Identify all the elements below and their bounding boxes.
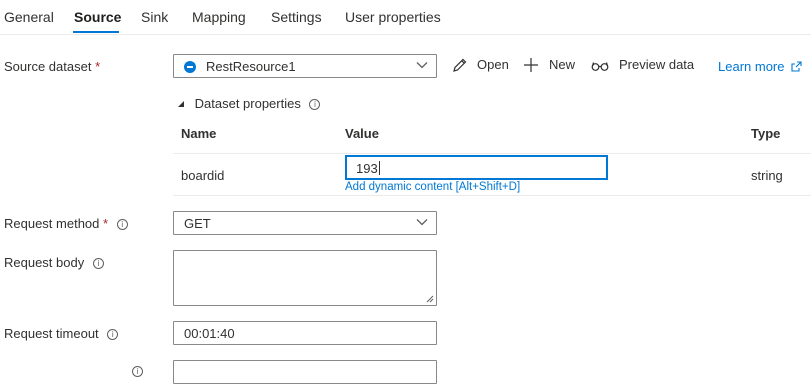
- required-mark: *: [95, 59, 101, 74]
- property-value-input[interactable]: 193: [345, 155, 608, 180]
- resize-grip-icon[interactable]: [426, 295, 434, 303]
- request-method-value: GET: [184, 216, 211, 231]
- source-dataset-label-text: Source dataset: [4, 59, 92, 74]
- new-label: New: [549, 57, 576, 72]
- text-caret: [378, 161, 380, 175]
- chevron-down-icon: [416, 219, 428, 226]
- column-header-type: Type: [751, 126, 781, 141]
- table-divider-bottom: [173, 195, 811, 196]
- tab-source[interactable]: Source: [74, 9, 121, 25]
- open-button[interactable]: Open: [452, 57, 509, 72]
- tab-user-properties[interactable]: User properties: [345, 9, 441, 25]
- tab-settings[interactable]: Settings: [271, 9, 322, 25]
- collapse-triangle-icon: [178, 101, 184, 107]
- info-icon: i: [107, 329, 119, 340]
- preview-data-button[interactable]: Preview data: [591, 57, 694, 72]
- chevron-down-icon: [416, 62, 428, 69]
- property-value-text: 193: [356, 161, 380, 176]
- request-body-label: Request body i: [4, 255, 104, 270]
- tab-sink[interactable]: Sink: [141, 9, 168, 25]
- request-timeout-label-text: Request timeout: [4, 326, 99, 341]
- edit-pencil-icon: [453, 58, 467, 72]
- dataset-properties-title: Dataset properties: [194, 96, 301, 111]
- table-divider: [173, 153, 811, 154]
- property-value: 193: [356, 161, 378, 176]
- add-dynamic-content-link[interactable]: Add dynamic content [Alt+Shift+D]: [345, 181, 520, 193]
- new-button[interactable]: New: [523, 57, 575, 72]
- tab-mapping[interactable]: Mapping: [192, 9, 246, 25]
- property-type-cell: string: [751, 168, 783, 183]
- external-link-icon: [791, 61, 802, 72]
- request-body-label-text: Request body: [4, 255, 85, 270]
- plus-icon: [524, 58, 538, 72]
- tab-general[interactable]: General: [4, 9, 54, 25]
- request-timeout-value: 00:01:40: [184, 326, 235, 341]
- dataset-properties-toggle[interactable]: Dataset properties i: [177, 96, 321, 111]
- source-dataset-dropdown[interactable]: RestResource1: [173, 54, 437, 78]
- dataset-icon: [184, 61, 196, 73]
- tab-bar: General Source Sink Mapping Settings Use…: [0, 0, 811, 35]
- source-dataset-label: Source dataset *: [4, 59, 100, 74]
- info-icon: i: [309, 99, 321, 110]
- preview-data-label: Preview data: [619, 57, 695, 72]
- info-icon: i: [132, 366, 143, 377]
- required-mark: *: [103, 216, 109, 231]
- column-header-name: Name: [181, 126, 217, 141]
- property-name-cell: boardid: [181, 168, 225, 183]
- info-icon: i: [92, 258, 104, 269]
- active-tab-indicator: [73, 31, 119, 33]
- request-timeout-input[interactable]: 00:01:40: [173, 321, 437, 345]
- column-header-value: Value: [345, 126, 379, 141]
- source-dataset-value: RestResource1: [206, 59, 296, 74]
- request-body-textarea[interactable]: [173, 250, 437, 306]
- learn-more-link[interactable]: Learn more: [718, 59, 802, 74]
- open-label: Open: [477, 57, 509, 72]
- info-icon: i: [116, 219, 128, 230]
- next-field-input[interactable]: [173, 360, 437, 384]
- request-timeout-label: Request timeout i: [4, 326, 119, 341]
- request-method-label-text: Request method: [4, 216, 100, 231]
- learn-more-text: Learn more: [718, 59, 785, 74]
- glasses-icon: [591, 62, 609, 71]
- request-method-label: Request method * i: [4, 216, 128, 231]
- request-method-dropdown[interactable]: GET: [173, 211, 437, 235]
